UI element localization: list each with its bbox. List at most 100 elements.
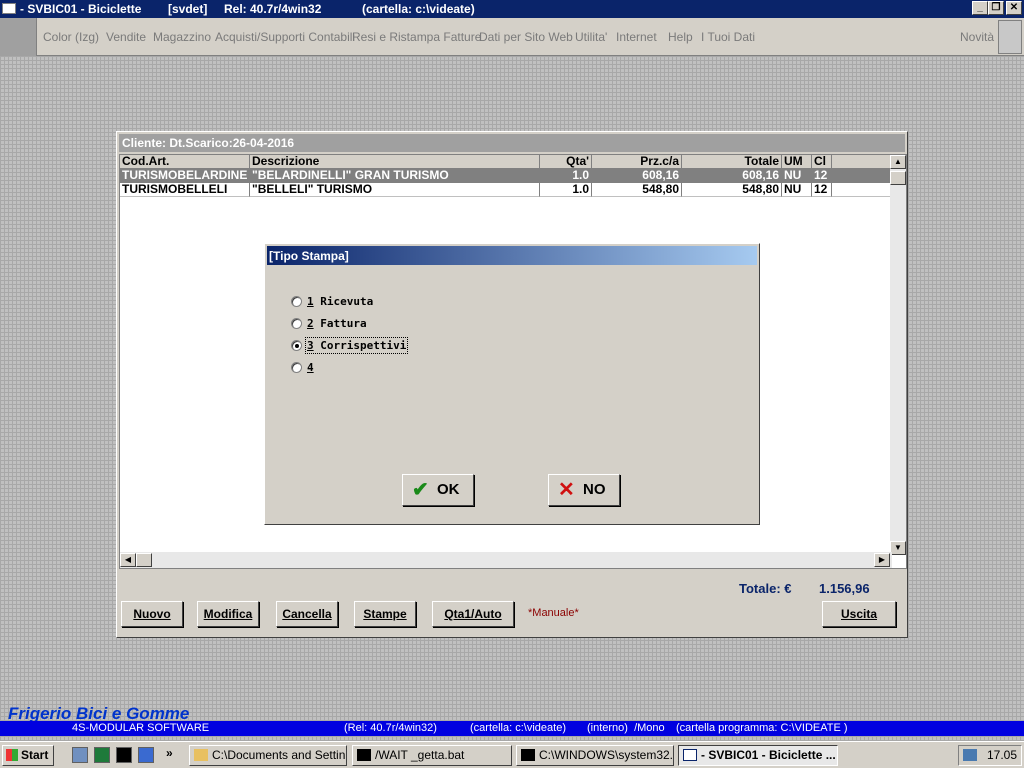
window-icon — [683, 749, 697, 761]
col-um[interactable]: UM — [782, 155, 812, 169]
radio-label[interactable]: 2 Fattura — [307, 317, 367, 330]
menu-acquisti[interactable]: Acquisti/Supporti Contabili — [215, 30, 355, 44]
start-button[interactable]: Start — [2, 745, 54, 766]
menu-internet[interactable]: Internet — [616, 30, 657, 44]
cancella-button[interactable]: Cancella — [276, 601, 338, 627]
radio-label[interactable]: 1 Ricevuta — [307, 295, 373, 308]
windows-logo-icon — [6, 749, 18, 761]
scroll-right-icon[interactable]: ▶ — [874, 553, 890, 567]
window-folder: (cartella: c:\videate) — [362, 2, 475, 16]
cell-empty — [832, 169, 892, 183]
qta-auto-button[interactable]: Qta1/Auto — [432, 601, 514, 627]
col-cl[interactable]: Cl — [812, 155, 832, 169]
app-menu-icon[interactable] — [0, 18, 37, 56]
system-tray: 17.05 — [958, 745, 1022, 766]
radio-label[interactable]: 3 Corrispettivi — [304, 337, 409, 354]
window-title: - SVBIC01 - Biciclette — [20, 2, 142, 16]
col-totale[interactable]: Totale — [682, 155, 782, 169]
cell-qta: 1.0 — [540, 169, 592, 183]
radio-text: Ricevuta — [320, 295, 374, 308]
quicklaunch-ie-icon[interactable] — [138, 747, 154, 763]
network-icon[interactable] — [963, 749, 977, 761]
info-release: (Rel: 40.7r/4win32) — [344, 722, 437, 734]
col-prz[interactable]: Prz.c/a — [592, 155, 682, 169]
cliente-header: Cliente: Dt.Scarico:26-04-2016 — [119, 134, 905, 152]
close-button[interactable]: ✕ — [1006, 1, 1022, 15]
radio-button[interactable] — [291, 296, 302, 307]
window-release: Rel: 40.7r/4win32 — [224, 2, 322, 16]
cell-empty — [832, 183, 892, 197]
radio-button-selected[interactable] — [291, 340, 302, 351]
radio-number: 2 — [307, 317, 314, 330]
menu-resi[interactable]: Resi e Ristampa Fatture — [352, 30, 481, 44]
no-button[interactable]: ✕ NO — [548, 474, 620, 506]
quicklaunch-cmd-icon[interactable] — [116, 747, 132, 763]
window-titlebar[interactable]: - SVBIC01 - Biciclette [svdet] Rel: 40.7… — [0, 0, 1024, 18]
radio-button[interactable] — [291, 318, 302, 329]
minimize-button[interactable]: _ — [972, 1, 988, 15]
cell-descrizione: "BELARDINELLI" GRAN TURISMO — [250, 169, 540, 183]
cell-prz: 548,80 — [592, 183, 682, 197]
cell-um: NU — [782, 183, 812, 197]
quicklaunch-more-icon[interactable]: » — [166, 746, 173, 760]
menu-right-panel — [998, 20, 1022, 54]
menu-dati-web[interactable]: Dati per Sito Web — [479, 30, 573, 44]
radio-number: 1 — [307, 295, 314, 308]
radio-number: 4 — [307, 361, 314, 374]
scroll-down-icon[interactable]: ▼ — [890, 541, 906, 555]
task-svbic01[interactable]: - SVBIC01 - Biciclette ... — [678, 745, 838, 766]
cell-descrizione: "BELLELI" TURISMO — [250, 183, 540, 197]
quicklaunch-excel-icon[interactable] — [94, 747, 110, 763]
window-tag: [svdet] — [168, 2, 208, 16]
totale-value: 1.156,96 — [819, 581, 870, 596]
dialog-title: [Tipo Stampa] — [267, 246, 757, 265]
cmd-icon — [521, 749, 535, 761]
menu-help[interactable]: Help — [668, 30, 693, 44]
menu-color[interactable]: Color (Izg) — [43, 30, 99, 44]
ok-button[interactable]: ✔ OK — [402, 474, 474, 506]
hscroll-thumb[interactable] — [136, 553, 152, 567]
cell-prz: 608,16 — [592, 169, 682, 183]
menu-magazzino[interactable]: Magazzino — [153, 30, 211, 44]
col-cod-art[interactable]: Cod.Art. — [120, 155, 250, 169]
task-system32[interactable]: C:\WINDOWS\system32... — [516, 745, 674, 766]
totale-label: Totale: € — [739, 581, 792, 596]
restore-button[interactable]: ❐ — [988, 1, 1004, 15]
info-mode: (interno) /Mono — [587, 722, 665, 734]
folder-icon — [194, 749, 208, 761]
quicklaunch-doc-icon[interactable] — [72, 747, 88, 763]
menu-vendite[interactable]: Vendite — [106, 30, 146, 44]
radio-button[interactable] — [291, 362, 302, 373]
cell-totale: 608,16 — [682, 169, 782, 183]
radio-text: Corrispettivi — [320, 339, 407, 352]
cell-cl: 12 — [812, 183, 832, 197]
task-explorer[interactable]: C:\Documents and Settin... — [189, 745, 347, 766]
clock[interactable]: 17.05 — [987, 746, 1017, 765]
info-software: 4S-MODULAR SOFTWARE — [72, 722, 210, 734]
horizontal-scrollbar[interactable]: ◀ ▶ — [120, 552, 892, 568]
tipo-stampa-dialog: [Tipo Stampa] 1 Ricevuta 2 Fattura 3 Cor… — [264, 243, 760, 525]
task-label: - SVBIC01 - Biciclette ... — [701, 748, 836, 762]
col-descrizione[interactable]: Descrizione — [250, 155, 540, 169]
scroll-left-icon[interactable]: ◀ — [120, 553, 136, 567]
cross-icon: ✕ — [558, 479, 575, 501]
menu-novita[interactable]: Novità — [960, 30, 994, 44]
uscita-button[interactable]: Uscita — [822, 601, 896, 627]
radio-text: Fattura — [320, 317, 367, 330]
task-label: /WAIT _getta.bat — [375, 748, 465, 762]
col-qta[interactable]: Qta' — [540, 155, 592, 169]
stampe-button[interactable]: Stampe — [354, 601, 416, 627]
menu-utilita[interactable]: Utilita' — [575, 30, 607, 44]
info-bar: 4S-MODULAR SOFTWARE (Rel: 40.7r/4win32) … — [0, 721, 1024, 736]
menu-tuoi-dati[interactable]: I Tuoi Dati — [701, 30, 755, 44]
col-empty — [832, 155, 892, 169]
cell-totale: 548,80 — [682, 183, 782, 197]
scroll-thumb[interactable] — [890, 171, 906, 185]
radio-label[interactable]: 4 — [307, 361, 314, 374]
nuovo-button[interactable]: Nuovo — [121, 601, 183, 627]
scroll-up-icon[interactable]: ▲ — [890, 155, 906, 169]
modifica-button[interactable]: Modifica — [197, 601, 259, 627]
task-wait-bat[interactable]: /WAIT _getta.bat — [352, 745, 512, 766]
vertical-scrollbar[interactable]: ▲ ▼ — [890, 155, 906, 555]
info-folder: (cartella: c:\videate) — [470, 722, 566, 734]
